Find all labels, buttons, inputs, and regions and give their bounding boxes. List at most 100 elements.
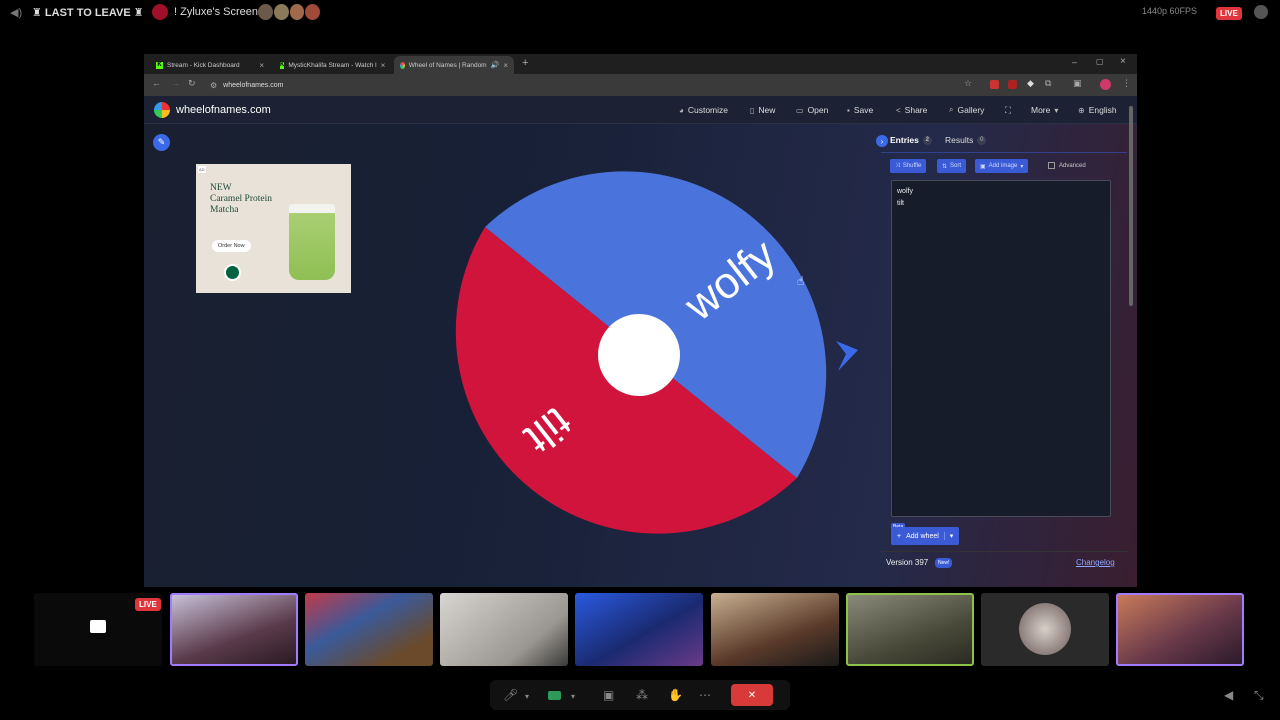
extension-icon[interactable] [1008, 80, 1017, 89]
kick-icon: K [156, 61, 163, 69]
close-icon[interactable]: × [503, 61, 508, 70]
discord-top-bar: ◀) ♜ LAST TO LEAVE ♜ ! Zyluxe's Screen 1… [0, 0, 1280, 26]
back-icon[interactable]: ← [152, 78, 161, 88]
wheel-pointer-icon [836, 341, 858, 371]
new-tab-icon[interactable]: + [522, 57, 528, 69]
palette-icon: ◕ [679, 105, 684, 115]
reload-icon[interactable]: ↻ [188, 78, 196, 89]
participant-tile[interactable] [170, 593, 298, 666]
save-button[interactable]: ▪ Save [847, 105, 873, 115]
site-info-icon[interactable]: ⚙ [210, 81, 217, 90]
participant-tile[interactable] [305, 593, 433, 666]
menu-label: Share [904, 105, 928, 115]
bookmark-star-icon[interactable]: ☆ [964, 78, 972, 89]
button-label: Sort [950, 163, 962, 169]
file-icon: ▯ [750, 105, 755, 115]
participant-tile[interactable] [575, 593, 703, 666]
restore-icon[interactable]: ▢ [1096, 57, 1104, 66]
forward-icon[interactable]: → [171, 78, 180, 88]
url-field[interactable]: ⚙ wheelofnames.com [210, 78, 960, 92]
participant-tile[interactable] [846, 593, 974, 666]
search-icon: ⌕ [949, 105, 954, 114]
side-panel-icon[interactable]: ▣ [1073, 78, 1082, 89]
disconnect-button[interactable]: ✕ [731, 684, 773, 706]
page-scrollbar[interactable] [1129, 106, 1133, 306]
activities-icon[interactable]: ⁂ [636, 688, 648, 702]
minimize-icon[interactable]: – [1072, 57, 1077, 67]
extension-icon[interactable]: ◆ [1027, 78, 1034, 89]
share-icon: < [896, 105, 901, 115]
entries-textarea[interactable]: wolfy tilt [891, 180, 1111, 517]
menu-label: Gallery [957, 105, 985, 115]
edit-pencil-icon[interactable]: ✎ [153, 134, 170, 151]
shuffle-button[interactable]: ⤨ Shuffle [890, 159, 927, 173]
microphone-icon[interactable]: 🎤︎ [503, 688, 518, 702]
extension-icon[interactable] [990, 80, 999, 89]
save-icon: ▪ [847, 105, 850, 115]
viewer-avatars [258, 4, 320, 20]
tab-strip: K Stream - Kick Dashboard × K MysticKhal… [144, 54, 1137, 74]
volume-icon[interactable]: ◀ [1224, 688, 1233, 702]
participant-tile[interactable] [981, 593, 1109, 666]
extensions-puzzle-icon[interactable]: ⧉ [1045, 78, 1051, 89]
sort-button[interactable]: ⇅ Sort [937, 159, 967, 173]
more-options-icon[interactable]: ⋯ [699, 688, 711, 702]
volume-icon[interactable]: ◀) [10, 6, 22, 19]
tab-wheel-of-names[interactable]: Wheel of Names | Random 🔊 × [394, 56, 514, 74]
window-close-icon[interactable]: × [1120, 56, 1126, 67]
chevron-down-icon[interactable]: ▾ [943, 532, 953, 540]
chat-icon[interactable] [1254, 5, 1268, 19]
chevron-down-icon[interactable]: ▾ [571, 692, 575, 701]
tab-label: Stream - Kick Dashboard [167, 61, 240, 69]
more-button[interactable]: More ▾ [1031, 105, 1058, 115]
language-button[interactable]: ⊕ English [1078, 105, 1117, 115]
wheel[interactable]: wolfy tilt [434, 151, 864, 561]
fullscreen-icon[interactable]: ⤡ [1254, 688, 1264, 703]
advanced-toggle[interactable]: Advanced [1048, 162, 1086, 169]
monitor-icon [90, 620, 106, 633]
changelog-link[interactable]: Changelog [1076, 558, 1115, 567]
participant-tile[interactable] [711, 593, 839, 666]
menu-label: New [758, 105, 776, 115]
add-wheel-button[interactable]: + Add wheel ▾ [891, 527, 960, 545]
screen-share-icon[interactable]: ▣ [603, 688, 614, 702]
tab-results[interactable]: Results 0 [945, 135, 987, 145]
add-image-button[interactable]: ▣ Add image ▾ [975, 159, 1029, 173]
share-button[interactable]: < Share [896, 105, 927, 115]
chevron-down-icon[interactable]: ▾ [525, 692, 529, 701]
soundboard-icon[interactable]: ✋ [668, 688, 683, 702]
quality-indicator: 1440p 60FPS [1142, 6, 1198, 16]
drink-image [289, 204, 335, 280]
image-icon: ▣ [980, 163, 986, 170]
tab-mystickhalifa[interactable]: K MysticKhalifa Stream - Watch l × [274, 56, 390, 74]
site-logo[interactable]: wheelofnames.com [154, 102, 271, 118]
menu-label: Open [807, 105, 829, 115]
wheel-center[interactable] [598, 314, 680, 396]
version-text: Version 397 [886, 558, 929, 567]
camera-icon[interactable] [548, 691, 561, 700]
participant-tile[interactable] [1116, 593, 1244, 666]
participant-tile[interactable] [440, 593, 568, 666]
customize-button[interactable]: ◕ Customize [679, 105, 728, 115]
tab-underline [881, 152, 1127, 153]
collapse-panel-icon[interactable]: › [876, 135, 888, 147]
ad-banner[interactable]: AD NEW Caramel Protein Matcha Order Now [196, 164, 351, 293]
close-icon[interactable]: × [381, 61, 386, 70]
ad-order-now-button[interactable]: Order Now [212, 240, 251, 252]
button-label: Add image [988, 163, 1018, 169]
tab-kick-dashboard[interactable]: K Stream - Kick Dashboard × [150, 56, 270, 74]
browser-menu-icon[interactable]: ⋮ [1122, 78, 1131, 89]
entry-line: tilt [897, 200, 904, 207]
wheel-logo-icon [154, 102, 170, 118]
fullscreen-icon[interactable]: ⛶ [1005, 105, 1011, 116]
gallery-button[interactable]: ⌕ Gallery [949, 105, 984, 115]
tab-entries[interactable]: Entries 2 [890, 135, 932, 145]
profile-avatar[interactable] [1100, 79, 1111, 90]
open-button[interactable]: ▭ Open [796, 105, 828, 115]
advanced-checkbox[interactable] [1048, 162, 1055, 169]
close-icon[interactable]: × [259, 61, 264, 70]
starbucks-logo [224, 264, 241, 281]
tile-live-badge: LIVE [135, 598, 161, 611]
speaker-icon[interactable]: 🔊 [491, 61, 500, 69]
new-button[interactable]: ▯ New [750, 105, 775, 115]
